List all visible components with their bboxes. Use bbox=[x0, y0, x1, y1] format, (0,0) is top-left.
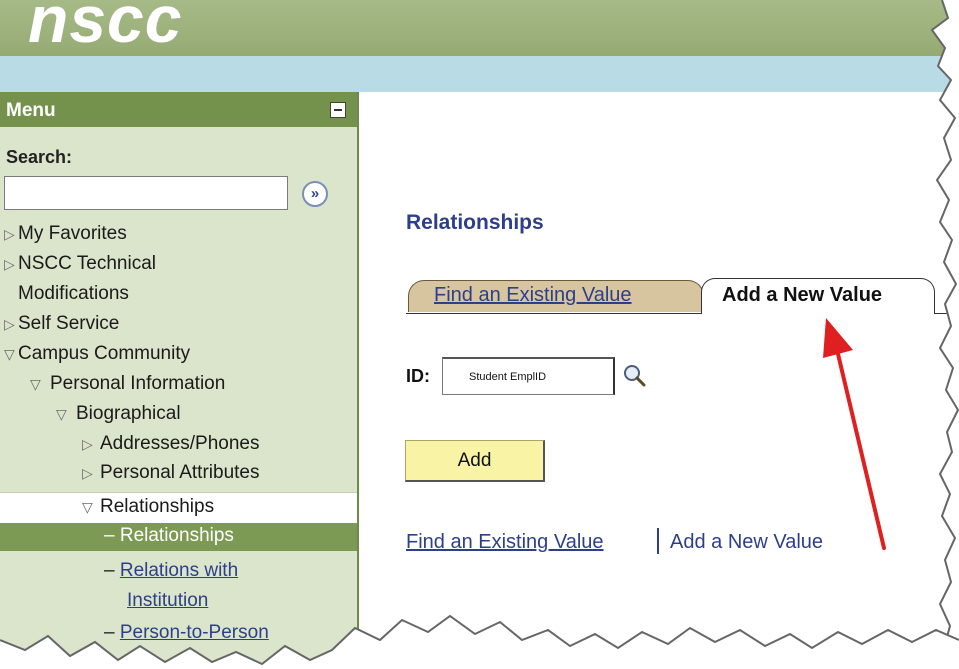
nscc-logo: nscc bbox=[28, 0, 183, 56]
menu-item-personal-attributes[interactable]: ▷ Personal Attributes bbox=[82, 462, 259, 484]
link-find-existing-value[interactable]: Find an Existing Value bbox=[406, 531, 604, 554]
selected-item-label: – Relationships bbox=[104, 525, 234, 546]
id-label: ID: bbox=[406, 366, 430, 386]
header-bar: nscc bbox=[0, 0, 959, 56]
menu-item-relationships-selected[interactable]: – Relationships bbox=[0, 523, 357, 551]
menu-item-my-favorites[interactable]: ▷ My Favorites bbox=[4, 223, 127, 245]
menu-item-person-to-person-continued[interactable]: S bbox=[127, 650, 140, 669]
menu-title: Menu bbox=[6, 100, 56, 121]
menu-folder-relationships[interactable]: ▽ Relationships bbox=[0, 492, 357, 524]
expanded-triangle-icon: ▽ bbox=[56, 406, 67, 422]
navigation-band bbox=[0, 56, 959, 92]
left-menu: Menu Search: » ▷ My Favorites ▷ NSCC Techn… bbox=[0, 92, 359, 669]
tab-find-existing-value-label[interactable]: Find an Existing Value bbox=[434, 284, 632, 307]
menu-item-biographical[interactable]: ▽ Biographical bbox=[56, 403, 181, 425]
search-label: Search: bbox=[6, 147, 73, 167]
search-go-icon[interactable]: » bbox=[302, 181, 328, 207]
page-title: Relationships bbox=[406, 211, 544, 234]
collapsed-triangle-icon: ▷ bbox=[4, 226, 15, 242]
menu-header: Menu bbox=[0, 92, 357, 127]
menu-item-personal-information[interactable]: ▽ Personal Information bbox=[30, 373, 225, 395]
annotation-arrow bbox=[823, 318, 886, 550]
expanded-triangle-icon: ▽ bbox=[30, 376, 41, 392]
menu-item-campus-community[interactable]: ▽ Campus Community bbox=[4, 343, 190, 365]
tab-baseline-right bbox=[935, 313, 959, 314]
add-button[interactable]: Add bbox=[405, 440, 545, 482]
menu-item-self-service[interactable]: ▷ Self Service bbox=[4, 313, 119, 335]
collapse-menu-icon[interactable] bbox=[330, 102, 346, 118]
expanded-triangle-icon: ▽ bbox=[82, 499, 93, 515]
folder-relationships-label: ▽ Relationships bbox=[82, 496, 215, 517]
menu-item-relations-with-institution[interactable]: – Relations with bbox=[104, 560, 238, 582]
collapsed-triangle-icon: ▷ bbox=[4, 316, 15, 332]
tab-add-new-value-label[interactable]: Add a New Value bbox=[722, 284, 882, 307]
tab-baseline bbox=[406, 313, 702, 314]
expanded-triangle-icon: ▽ bbox=[4, 346, 15, 362]
collapsed-triangle-icon: ▷ bbox=[82, 436, 93, 452]
menu-item-addresses-phones[interactable]: ▷ Addresses/Phones bbox=[82, 433, 260, 455]
magnifier-icon[interactable] bbox=[621, 363, 647, 389]
collapsed-triangle-icon: ▷ bbox=[4, 256, 15, 272]
link-add-new-value[interactable]: Add a New Value bbox=[670, 531, 823, 554]
screenshot-frame: nscc Menu Search: » ▷ My Favorites ▷ NSCC … bbox=[0, 0, 959, 669]
menu-item-modifications[interactable]: Modifications bbox=[18, 283, 129, 305]
collapsed-triangle-icon: ▷ bbox=[82, 465, 93, 481]
menu-item-institution-continued[interactable]: Institution bbox=[127, 590, 208, 612]
menu-item-nscc-technical[interactable]: ▷ NSCC Technical bbox=[4, 253, 156, 275]
menu-item-person-to-person[interactable]: – Person-to-Person bbox=[104, 622, 269, 644]
id-field[interactable] bbox=[442, 357, 615, 395]
menu-search-input[interactable] bbox=[4, 176, 288, 210]
link-separator bbox=[657, 528, 659, 554]
